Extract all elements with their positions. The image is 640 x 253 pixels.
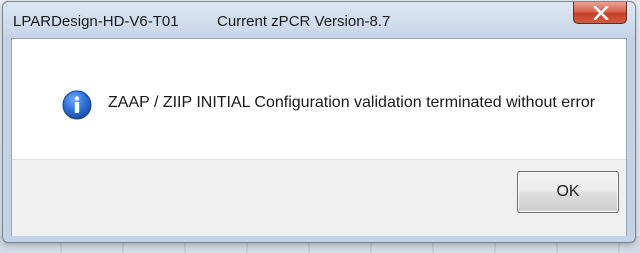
title-bar[interactable]: LPARDesign-HD-V6-T01 Current zPCR Versio… bbox=[3, 2, 635, 38]
close-icon bbox=[593, 6, 609, 20]
info-icon bbox=[62, 90, 92, 120]
window-version-text: Current zPCR Version-8.7 bbox=[217, 13, 391, 30]
ok-button[interactable]: OK bbox=[517, 171, 619, 213]
dialog-message: ZAAP / ZIIP INITIAL Configuration valida… bbox=[108, 94, 596, 111]
close-button[interactable] bbox=[573, 2, 627, 24]
window-title: LPARDesign-HD-V6-T01 bbox=[13, 13, 179, 30]
message-dialog: LPARDesign-HD-V6-T01 Current zPCR Versio… bbox=[2, 1, 636, 243]
dialog-content: ZAAP / ZIIP INITIAL Configuration valida… bbox=[11, 38, 627, 236]
